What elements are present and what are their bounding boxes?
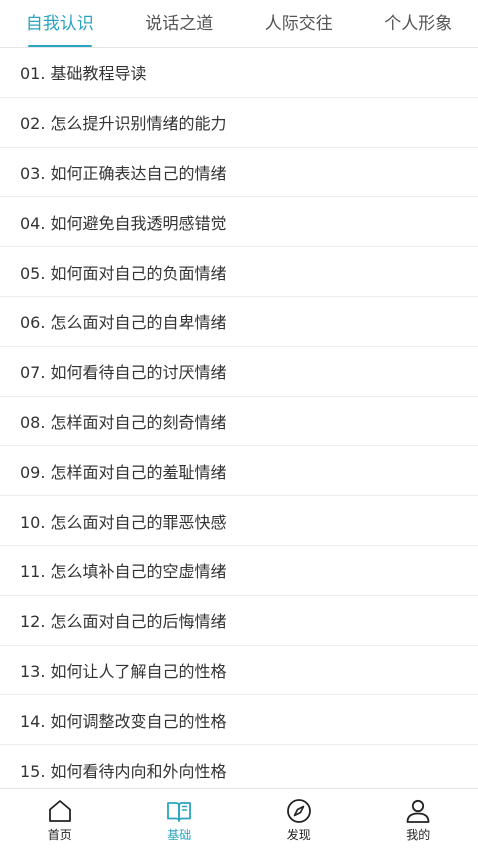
tab-personal-image[interactable]: 个人形象 xyxy=(359,1,478,47)
lesson-item[interactable]: 09. 怎样面对自己的羞耻情绪 xyxy=(0,446,478,497)
book-icon xyxy=(167,802,192,822)
nav-discover-label: 发现 xyxy=(286,828,311,842)
lesson-item[interactable]: 14. 如何调整改变自己的性格 xyxy=(0,695,478,746)
lesson-item[interactable]: 05. 如何面对自己的负面情绪 xyxy=(0,247,478,297)
lesson-item[interactable]: 06. 怎么面对自己的自卑情绪 xyxy=(0,297,478,347)
category-tabs: 自我认识 说话之道 人际交往 个人形象 xyxy=(0,0,478,48)
lesson-item[interactable]: 15. 如何看待内向和外向性格 xyxy=(0,745,478,788)
bottom-nav: 首页 基础 发现 我的 xyxy=(0,788,478,850)
nav-home-label: 首页 xyxy=(47,828,72,842)
lesson-item[interactable]: 02. 怎么提升识别情绪的能力 xyxy=(0,98,478,148)
tab-self-awareness[interactable]: 自我认识 xyxy=(0,1,120,47)
compass-icon xyxy=(286,799,311,823)
nav-mine-label: 我的 xyxy=(406,828,431,842)
lesson-item[interactable]: 10. 怎么面对自己的罪恶快感 xyxy=(0,496,478,546)
lesson-item[interactable]: 01. 基础教程导读 xyxy=(0,48,478,98)
lesson-item[interactable]: 04. 如何避免自我透明感错觉 xyxy=(0,197,478,248)
lesson-item[interactable]: 08. 怎样面对自己的刻奇情绪 xyxy=(0,397,478,447)
lesson-item[interactable]: 11. 怎么填补自己的空虚情绪 xyxy=(0,546,478,596)
lesson-item[interactable]: 13. 如何让人了解自己的性格 xyxy=(0,646,478,696)
home-icon xyxy=(48,800,71,822)
person-icon xyxy=(406,799,430,823)
tab-social[interactable]: 人际交往 xyxy=(239,1,359,47)
nav-discover[interactable]: 发现 xyxy=(239,789,359,850)
tab-speaking[interactable]: 说话之道 xyxy=(120,1,240,47)
lesson-item[interactable]: 12. 怎么面对自己的后悔情绪 xyxy=(0,596,478,646)
nav-basics-label: 基础 xyxy=(167,828,192,842)
nav-basics[interactable]: 基础 xyxy=(120,789,240,850)
nav-mine[interactable]: 我的 xyxy=(359,789,478,850)
lesson-item[interactable]: 07. 如何看待自己的讨厌情绪 xyxy=(0,347,478,397)
nav-home[interactable]: 首页 xyxy=(0,789,120,850)
lesson-item[interactable]: 03. 如何正确表达自己的情绪 xyxy=(0,148,478,198)
lesson-list: 01. 基础教程导读 02. 怎么提升识别情绪的能力 03. 如何正确表达自己的… xyxy=(0,48,478,788)
app-screen: 自我认识 说话之道 人际交往 个人形象 01. 基础教程导读 02. 怎么提升识… xyxy=(0,0,478,850)
